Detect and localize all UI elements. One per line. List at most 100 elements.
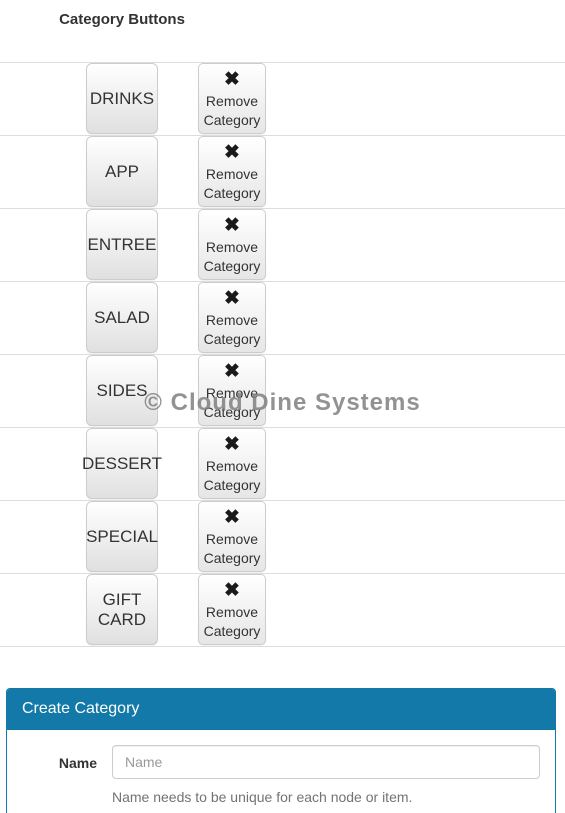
table-row: SALAD ✖ Remove Category	[0, 280, 565, 354]
panel-body: Name Name needs to be unique for each no…	[7, 730, 555, 813]
table-header-row: Category Buttons	[0, 0, 565, 62]
table-header: Category Buttons	[0, 0, 565, 62]
table-row: SPECIAL ✖ Remove Category	[0, 499, 565, 573]
remove-button-cell: ✖ Remove Category	[192, 426, 272, 500]
remove-category-button-salad[interactable]: ✖ Remove Category	[198, 282, 266, 353]
panel-title: Create Category	[7, 689, 555, 730]
remove-label-line2: Category	[203, 477, 261, 493]
close-icon: ✖	[224, 434, 240, 455]
remove-label-line2: Category	[203, 550, 261, 566]
category-button-label: DESSERT	[82, 453, 162, 473]
category-button-gift-card[interactable]: GIFT CARD	[86, 574, 158, 645]
table-row: GIFT CARD ✖ Remove Category	[0, 572, 565, 647]
category-button-entree[interactable]: ENTREE	[86, 209, 158, 280]
name-input[interactable]	[112, 745, 540, 779]
row-spacer-right	[272, 61, 565, 135]
category-button-label: SIDES	[96, 380, 148, 400]
row-spacer-right	[272, 426, 565, 500]
header-spacer-right	[272, 0, 565, 62]
header-category-buttons: Category Buttons	[59, 11, 185, 28]
row-spacer-left	[0, 499, 52, 573]
category-button-cell: SIDES	[52, 353, 192, 427]
remove-label-line1: Remove	[205, 385, 259, 401]
category-button-label: APP	[104, 161, 140, 181]
name-label: Name	[58, 755, 97, 771]
remove-category-button-dessert[interactable]: ✖ Remove Category	[198, 428, 266, 499]
category-button-special[interactable]: SPECIAL	[86, 501, 158, 572]
remove-label-line2: Category	[203, 112, 261, 128]
row-spacer-right	[272, 572, 565, 647]
header-spacer-left	[0, 0, 52, 62]
row-spacer-left	[0, 207, 52, 281]
table-body: DRINKS ✖ Remove Category APP ✖ Remove Ca…	[0, 61, 565, 647]
remove-button-cell: ✖ Remove Category	[192, 207, 272, 281]
table-row: SIDES ✖ Remove Category	[0, 353, 565, 427]
category-button-label: DRINKS	[89, 88, 155, 108]
category-button-salad[interactable]: SALAD	[86, 282, 158, 353]
category-button-label: ENTREE	[87, 234, 157, 254]
category-button-label: SALAD	[94, 307, 150, 327]
remove-label-line2: Category	[203, 331, 261, 347]
name-field-wrap: Name needs to be unique for each node or…	[112, 745, 540, 807]
row-spacer-right	[272, 499, 565, 573]
category-button-sides[interactable]: SIDES	[86, 355, 158, 426]
row-spacer-left	[0, 353, 52, 427]
row-spacer-left	[0, 134, 52, 208]
remove-category-button-entree[interactable]: ✖ Remove Category	[198, 209, 266, 280]
category-button-cell: ENTREE	[52, 207, 192, 281]
remove-label-line1: Remove	[205, 93, 259, 109]
row-spacer-left	[0, 572, 52, 647]
table-row: APP ✖ Remove Category	[0, 134, 565, 208]
remove-label-line1: Remove	[205, 458, 259, 474]
row-spacer-left	[0, 61, 52, 135]
close-icon: ✖	[224, 361, 240, 382]
remove-label-line2: Category	[203, 258, 261, 274]
category-button-cell: DRINKS	[52, 61, 192, 135]
remove-category-button-drinks[interactable]: ✖ Remove Category	[198, 63, 266, 134]
row-spacer-right	[272, 207, 565, 281]
row-spacer-left	[0, 426, 52, 500]
category-button-cell: DESSERT	[52, 426, 192, 500]
remove-label-line1: Remove	[205, 166, 259, 182]
header-spacer-mid	[192, 0, 272, 62]
row-spacer-right	[272, 353, 565, 427]
remove-button-cell: ✖ Remove Category	[192, 572, 272, 647]
row-spacer-right	[272, 280, 565, 354]
remove-label-line1: Remove	[205, 239, 259, 255]
category-button-drinks[interactable]: DRINKS	[86, 63, 158, 134]
row-spacer-right	[272, 134, 565, 208]
remove-label-line2: Category	[203, 185, 261, 201]
name-help-text: Name needs to be unique for each node or…	[112, 789, 413, 805]
category-buttons-table: Category Buttons DRINKS ✖ Remove Categor	[0, 0, 565, 647]
category-button-app[interactable]: APP	[86, 136, 158, 207]
category-button-dessert[interactable]: DESSERT	[82, 428, 162, 499]
category-button-cell: APP	[52, 134, 192, 208]
table-row: DRINKS ✖ Remove Category	[0, 61, 565, 135]
remove-category-button-sides[interactable]: ✖ Remove Category	[198, 355, 266, 426]
remove-label-line1: Remove	[205, 312, 259, 328]
close-icon: ✖	[224, 69, 240, 90]
row-spacer-left	[0, 280, 52, 354]
remove-label-line1: Remove	[205, 531, 259, 547]
remove-button-cell: ✖ Remove Category	[192, 499, 272, 573]
category-button-label: GIFT CARD	[97, 589, 147, 629]
remove-category-button-gift-card[interactable]: ✖ Remove Category	[198, 574, 266, 645]
name-form-row: Name Name needs to be unique for each no…	[22, 745, 540, 807]
remove-label-line2: Category	[203, 623, 261, 639]
remove-label-line2: Category	[203, 404, 261, 420]
page-root: Category Buttons DRINKS ✖ Remove Categor	[0, 0, 565, 813]
remove-category-button-special[interactable]: ✖ Remove Category	[198, 501, 266, 572]
remove-button-cell: ✖ Remove Category	[192, 353, 272, 427]
category-button-cell: SPECIAL	[52, 499, 192, 573]
close-icon: ✖	[224, 288, 240, 309]
close-icon: ✖	[224, 142, 240, 163]
remove-button-cell: ✖ Remove Category	[192, 134, 272, 208]
table-row: ENTREE ✖ Remove Category	[0, 207, 565, 281]
remove-category-button-app[interactable]: ✖ Remove Category	[198, 136, 266, 207]
create-category-panel: Create Category Name Name needs to be un…	[6, 688, 556, 813]
category-button-cell: GIFT CARD	[52, 572, 192, 647]
remove-label-line1: Remove	[205, 604, 259, 620]
category-button-cell: SALAD	[52, 280, 192, 354]
table-row: DESSERT ✖ Remove Category	[0, 426, 565, 500]
close-icon: ✖	[224, 580, 240, 601]
